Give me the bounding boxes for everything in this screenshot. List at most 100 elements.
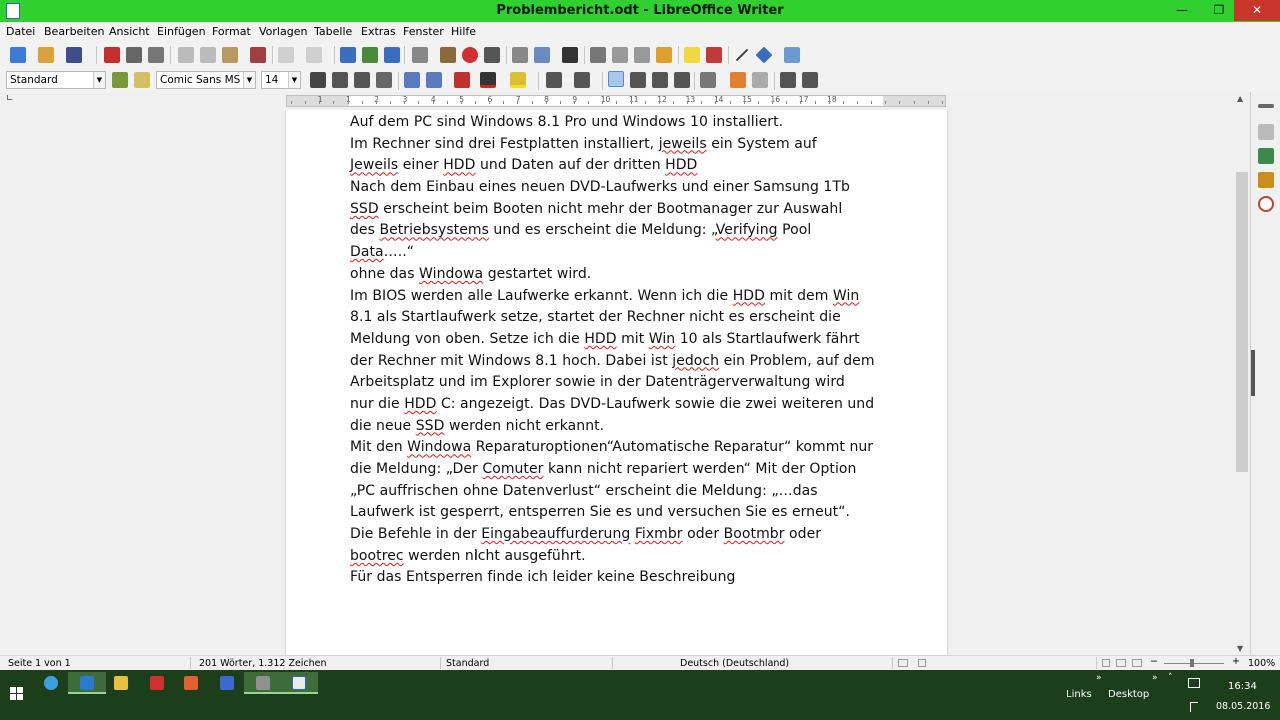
text-run[interactable]: kann nicht repariert werden“ Mit der Opt… [543, 461, 856, 477]
misspelled-word[interactable]: HDD [443, 157, 475, 173]
misspelled-word[interactable]: HDD [404, 396, 436, 412]
text-run[interactable]: oder [785, 526, 822, 542]
text-line[interactable]: Auf dem PC sind Windows 8.1 Pro und Wind… [350, 112, 898, 134]
text-run[interactable]: Laufwerk ist gesperrt, entsperren Sie es… [350, 504, 850, 520]
document-text[interactable]: Auf dem PC sind Windows 8.1 Pro und Wind… [350, 112, 898, 589]
bullet-list-icon[interactable] [546, 72, 562, 88]
font-color-icon[interactable] [480, 72, 496, 88]
text-line[interactable]: SSD erscheint beim Booten nicht mehr der… [350, 199, 898, 221]
text-line[interactable]: des Betriebsystems und es erscheint die … [350, 220, 898, 242]
text-run[interactable]: Im BIOS werden alle Laufwerke erkannt. W… [350, 288, 733, 304]
minimize-button[interactable]: — [1166, 0, 1198, 21]
track-changes-icon[interactable] [706, 47, 722, 63]
single-page-view-icon[interactable] [1102, 659, 1110, 667]
sidebar-collapse-handle[interactable] [1251, 350, 1255, 396]
print-preview-icon[interactable] [148, 47, 164, 63]
text-run[interactable]: gestartet wird. [483, 266, 592, 282]
open-folder-icon[interactable] [38, 47, 54, 63]
misspelled-word[interactable]: HDD [584, 331, 616, 347]
misspelled-word[interactable]: jeweils [659, 136, 707, 152]
text-run[interactable]: 8.1 als Startlaufwerk setze, startet der… [350, 309, 841, 325]
text-run[interactable]: Für das Entsperren finde ich leider kein… [350, 569, 735, 585]
clock-date[interactable]: 08.05.2016 [1216, 701, 1270, 712]
drawing-toolbar-icon[interactable] [784, 47, 800, 63]
misspelled-word[interactable]: Windowa [407, 439, 471, 455]
text-run[interactable]: die Meldung: „Der [350, 461, 482, 477]
print-icon[interactable] [126, 47, 142, 63]
page-break-icon[interactable] [512, 47, 528, 63]
taskbar-file-explorer[interactable] [102, 672, 140, 694]
text-line[interactable]: Im Rechner sind drei Festplatten install… [350, 134, 898, 156]
misspelled-word[interactable]: Comuter [482, 461, 543, 477]
taskbar-internet-explorer[interactable] [32, 672, 70, 694]
find-replace-icon[interactable] [340, 47, 356, 63]
underline-icon[interactable] [354, 72, 370, 88]
text-line[interactable]: Data…..“ [350, 242, 898, 264]
new-document-icon[interactable] [10, 47, 26, 63]
clock-time[interactable]: 16:34 [1228, 681, 1257, 692]
text-run[interactable]: Reparaturoptionen“Automatische Reparatur… [471, 439, 873, 455]
menu-datei[interactable]: Datei [6, 25, 35, 38]
taskbar-app-orange[interactable] [172, 672, 210, 694]
text-line[interactable]: Nach dem Einbau eines neuen DVD-Laufwerk… [350, 177, 898, 199]
zoom-in-button[interactable]: + [1232, 656, 1240, 667]
insert-mode-icon[interactable] [898, 659, 908, 667]
misspelled-word[interactable]: Win [649, 331, 675, 347]
text-run[interactable]: Mit den [350, 439, 407, 455]
align-left-icon[interactable] [608, 71, 624, 87]
text-line[interactable]: ohne das Windowa gestartet wird. [350, 264, 898, 286]
taskbar-app-gray[interactable] [244, 672, 282, 694]
toolbar-links[interactable]: Links [1066, 689, 1092, 700]
cut-icon[interactable] [178, 47, 194, 63]
update-style-icon[interactable] [112, 72, 128, 88]
misspelled-word[interactable]: HDD [733, 288, 765, 304]
document-modified-icon[interactable] [918, 659, 926, 667]
text-run[interactable]: des [350, 222, 379, 238]
footnote-icon[interactable] [612, 47, 628, 63]
styles-icon[interactable] [1258, 148, 1274, 164]
text-line[interactable]: die neue SSD werden nicht erkannt. [350, 416, 898, 438]
menu-format[interactable]: Format [212, 25, 251, 38]
clear-formatting-icon[interactable] [454, 72, 470, 88]
menu-vorlagen[interactable]: Vorlagen [259, 25, 307, 38]
bookmark-icon[interactable] [656, 47, 672, 63]
text-run[interactable]: ein System auf [707, 136, 817, 152]
text-run[interactable]: C: angezeigt. Das DVD-Laufwerk sowie die… [436, 396, 874, 412]
text-run[interactable]: …..“ [384, 244, 414, 260]
line-icon[interactable] [735, 48, 749, 62]
align-right-icon[interactable] [652, 72, 668, 88]
strikethrough-icon[interactable] [376, 72, 392, 88]
horizontal-ruler[interactable]: 1 1 2 3 4 5 6 7 8 9 10 11 12 13 14 15 16 17 18 [286, 95, 946, 107]
text-line[interactable]: die Meldung: „Der Comuter kann nicht rep… [350, 459, 898, 481]
menu-fenster[interactable]: Fenster [403, 25, 444, 38]
clone-formatting-icon[interactable] [250, 47, 266, 63]
windows-start-icon[interactable] [10, 687, 24, 701]
text-line[interactable]: Im BIOS werden alle Laufwerke erkannt. W… [350, 286, 898, 308]
special-character-icon[interactable] [562, 47, 578, 63]
text-line[interactable]: 8.1 als Startlaufwerk setze, startet der… [350, 307, 898, 329]
properties-icon[interactable] [1258, 124, 1274, 140]
text-run[interactable]: 10 als Startlaufwerk fährt [675, 331, 860, 347]
multi-page-view-icon[interactable] [1116, 659, 1126, 667]
justify-icon[interactable] [674, 72, 690, 88]
text-run[interactable]: mit [617, 331, 649, 347]
menu-bearbeiten[interactable]: Bearbeiten [44, 25, 104, 38]
toolbar-desktop[interactable]: Desktop [1108, 689, 1149, 700]
text-run[interactable]: Die Befehle in der [350, 526, 481, 542]
text-line[interactable]: „PC auffrischen ohne Datenverlust“ ersch… [350, 481, 898, 503]
misspelled-word[interactable]: Jeweils [350, 157, 398, 173]
misspelled-word[interactable]: Betriebsystems [379, 222, 488, 238]
vertical-scrollbar[interactable]: ▲ ▼ [1234, 92, 1250, 655]
text-run[interactable]: der Rechner mit Windows 8.1 hoch. Dabei … [350, 353, 672, 369]
increase-indent-icon[interactable] [780, 72, 796, 88]
text-run[interactable]: werden nicht erkannt. [444, 418, 604, 434]
insert-chart-icon[interactable] [462, 47, 478, 63]
network-icon[interactable] [1188, 678, 1200, 688]
text-run[interactable]: ein Problem, auf dem [719, 353, 875, 369]
insert-image-icon[interactable] [440, 47, 456, 63]
redo-icon[interactable] [306, 47, 322, 63]
insert-table-icon[interactable] [412, 47, 428, 63]
navigator-icon[interactable] [1258, 196, 1274, 212]
numbered-list-icon[interactable] [574, 72, 590, 88]
decrease-indent-icon[interactable] [802, 72, 818, 88]
